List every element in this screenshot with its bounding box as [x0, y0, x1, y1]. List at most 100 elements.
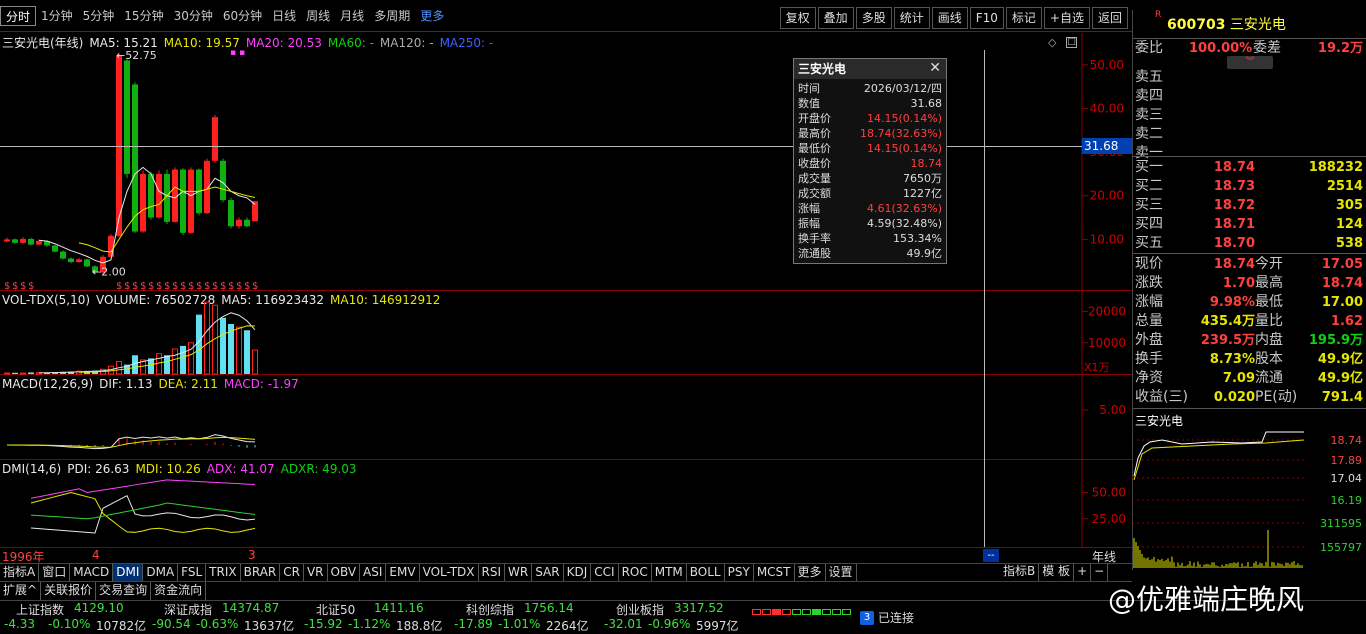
main-axis-label: 20.00 [1090, 189, 1124, 203]
candle-body [28, 239, 34, 245]
indicator-tab-18[interactable]: CCI [591, 564, 618, 582]
ext-tab-1[interactable]: 关联报价 [41, 582, 96, 600]
connection-status[interactable]: 3 已连接 [860, 609, 914, 626]
period-tab-4[interactable]: 30分钟 [169, 6, 218, 26]
indicator-tab-9[interactable]: VR [304, 564, 328, 582]
x-axis-mark2: 3 [248, 548, 256, 562]
tool-button-0[interactable]: 复权 [780, 7, 816, 29]
indicator-tab-6[interactable]: TRIX [206, 564, 240, 582]
indicator-tab-0[interactable]: 指标A [0, 564, 39, 582]
vol-unit-label: X1万 [1084, 361, 1110, 374]
stat-row: 涨跌 1.70 最高 18.74 [1133, 274, 1366, 293]
indicator-tab-25[interactable]: 设置 [826, 564, 857, 582]
indicator-tab-15[interactable]: WR [505, 564, 532, 582]
indicator-tab-19[interactable]: ROC [619, 564, 652, 582]
index-name[interactable]: 创业板指 [616, 601, 664, 618]
signal-bars [752, 609, 851, 615]
indicator-tab-10[interactable]: OBV [328, 564, 361, 582]
sell-row: 卖二 [1133, 125, 1366, 144]
tool-button-5[interactable]: F10 [970, 7, 1004, 29]
indicator-tab-13[interactable]: VOL-TDX [420, 564, 479, 582]
indicator-tab-17[interactable]: KDJ [564, 564, 592, 582]
dmi-axis-label: 50.00 [1092, 486, 1126, 500]
indicator-right-tab-0[interactable]: 指标B [1000, 563, 1039, 581]
index-amount: 13637亿 [244, 617, 294, 634]
signal-bar [772, 609, 781, 615]
period-tab-8[interactable]: 月线 [335, 6, 369, 26]
mini-axis-label: 311595 [1320, 517, 1362, 530]
indicator-tab-2[interactable]: MACD [70, 564, 113, 582]
indicator-tab-14[interactable]: RSI [479, 564, 506, 582]
period-tab-5[interactable]: 60分钟 [218, 6, 267, 26]
indicator-tab-11[interactable]: ASI [360, 564, 386, 582]
tool-button-7[interactable]: +自选 [1044, 7, 1090, 29]
dif-line [7, 435, 255, 449]
period-tab-7[interactable]: 周线 [301, 6, 335, 26]
candle-body [228, 200, 234, 226]
ext-tab-0[interactable]: 扩展^ [0, 582, 41, 600]
indicator-tab-24[interactable]: 更多 [795, 564, 826, 582]
tooltip-row: 成交额 1227亿 [794, 186, 946, 201]
buy-row[interactable]: 买三 18.72 305 [1133, 196, 1366, 215]
indicator-right-tab-2[interactable]: + [1074, 563, 1091, 581]
close-icon[interactable]: ✕ [929, 60, 941, 76]
tooltip-row: 换手率 153.34% [794, 231, 946, 246]
tooltip-row: 涨幅 4.61(32.63%) [794, 201, 946, 216]
watermark: @优雅端庄晚风 [1108, 578, 1304, 618]
data-tooltip: 三安光电 ✕ 时间 2026/03/12/四 数值 31.68 开盘价 14.15(0.1… [793, 58, 947, 264]
indicator-tab-12[interactable]: EMV [386, 564, 419, 582]
candle-body [140, 174, 146, 232]
period-tab-9[interactable]: 多周期 [369, 6, 415, 26]
indicator-tab-5[interactable]: FSL [178, 564, 206, 582]
indicator-tabs: 指标A 窗口 MACD DMI DMA FSL TRIX BRAR CR VR OBV ASI EMV V… [0, 563, 1132, 581]
candle-body [180, 170, 186, 233]
tool-button-4[interactable]: 画线 [932, 7, 968, 29]
candle-body [236, 220, 242, 227]
index-name[interactable]: 深证成指 [164, 601, 212, 618]
signal-dollar-marker: $ [140, 281, 146, 291]
tooltip-row: 数值 31.68 [794, 96, 946, 111]
period-tab-10[interactable]: 更多 [415, 6, 449, 26]
indicator-tab-4[interactable]: DMA [143, 564, 178, 582]
signal-dollar-marker: $ [132, 281, 138, 291]
tool-button-8[interactable]: 返回 [1092, 7, 1128, 29]
indicator-tab-21[interactable]: BOLL [687, 564, 725, 582]
tool-button-6[interactable]: 标记 [1006, 7, 1042, 29]
tool-button-3[interactable]: 统计 [894, 7, 930, 29]
signal-bar [822, 609, 831, 615]
period-tab-0[interactable]: 分时 [0, 6, 36, 26]
indicator-right-tab-3[interactable]: − [1091, 563, 1108, 581]
buy-row[interactable]: 买二 18.73 2514 [1133, 177, 1366, 196]
tool-button-2[interactable]: 多股 [856, 7, 892, 29]
tooltip-row: 开盘价 14.15(0.14%) [794, 111, 946, 126]
indicator-tab-7[interactable]: BRAR [241, 564, 281, 582]
indicator-tab-3[interactable]: DMI [113, 564, 143, 582]
buy-row[interactable]: 买四 18.71 124 [1133, 215, 1366, 234]
index-pct: -1.01% [498, 617, 540, 631]
indicator-tab-16[interactable]: SAR [532, 564, 563, 582]
indicator-tab-20[interactable]: MTM [652, 564, 687, 582]
buy-row[interactable]: 买一 18.74 188232 [1133, 158, 1366, 177]
index-name[interactable]: 科创综指 [466, 601, 514, 618]
tool-button-1[interactable]: 叠加 [818, 7, 854, 29]
signal-dollar-marker: $ [252, 281, 258, 291]
ext-tab-3[interactable]: 资金流向 [151, 582, 206, 600]
index-name[interactable]: 北证50 [316, 601, 355, 618]
indicator-tab-8[interactable]: CR [280, 564, 304, 582]
indicator-tab-23[interactable]: MCST [754, 564, 795, 582]
volume-chart: 2000010000X1万 [0, 291, 1132, 375]
period-tab-6[interactable]: 日线 [267, 6, 301, 26]
indicator-tabs-right: 指标B 模 板 + − [1000, 563, 1108, 581]
ma-marker-dots: ▪ ▪ [230, 48, 245, 58]
period-tab-2[interactable]: 5分钟 [78, 6, 120, 26]
buy-row[interactable]: 买五 18.70 538 [1133, 234, 1366, 253]
period-tab-3[interactable]: 15分钟 [119, 6, 168, 26]
indicator-tab-1[interactable]: 窗口 [39, 564, 70, 582]
ext-tab-2[interactable]: 交易查询 [96, 582, 151, 600]
macd-chart: 5.00 [0, 375, 1132, 460]
indicator-right-tab-1[interactable]: 模 板 [1039, 563, 1074, 581]
index-name[interactable]: 上证指数 [16, 601, 64, 618]
indicator-tab-22[interactable]: PSY [725, 564, 754, 582]
period-tab-1[interactable]: 1分钟 [36, 6, 78, 26]
sell-row: 卖四 [1133, 87, 1366, 106]
